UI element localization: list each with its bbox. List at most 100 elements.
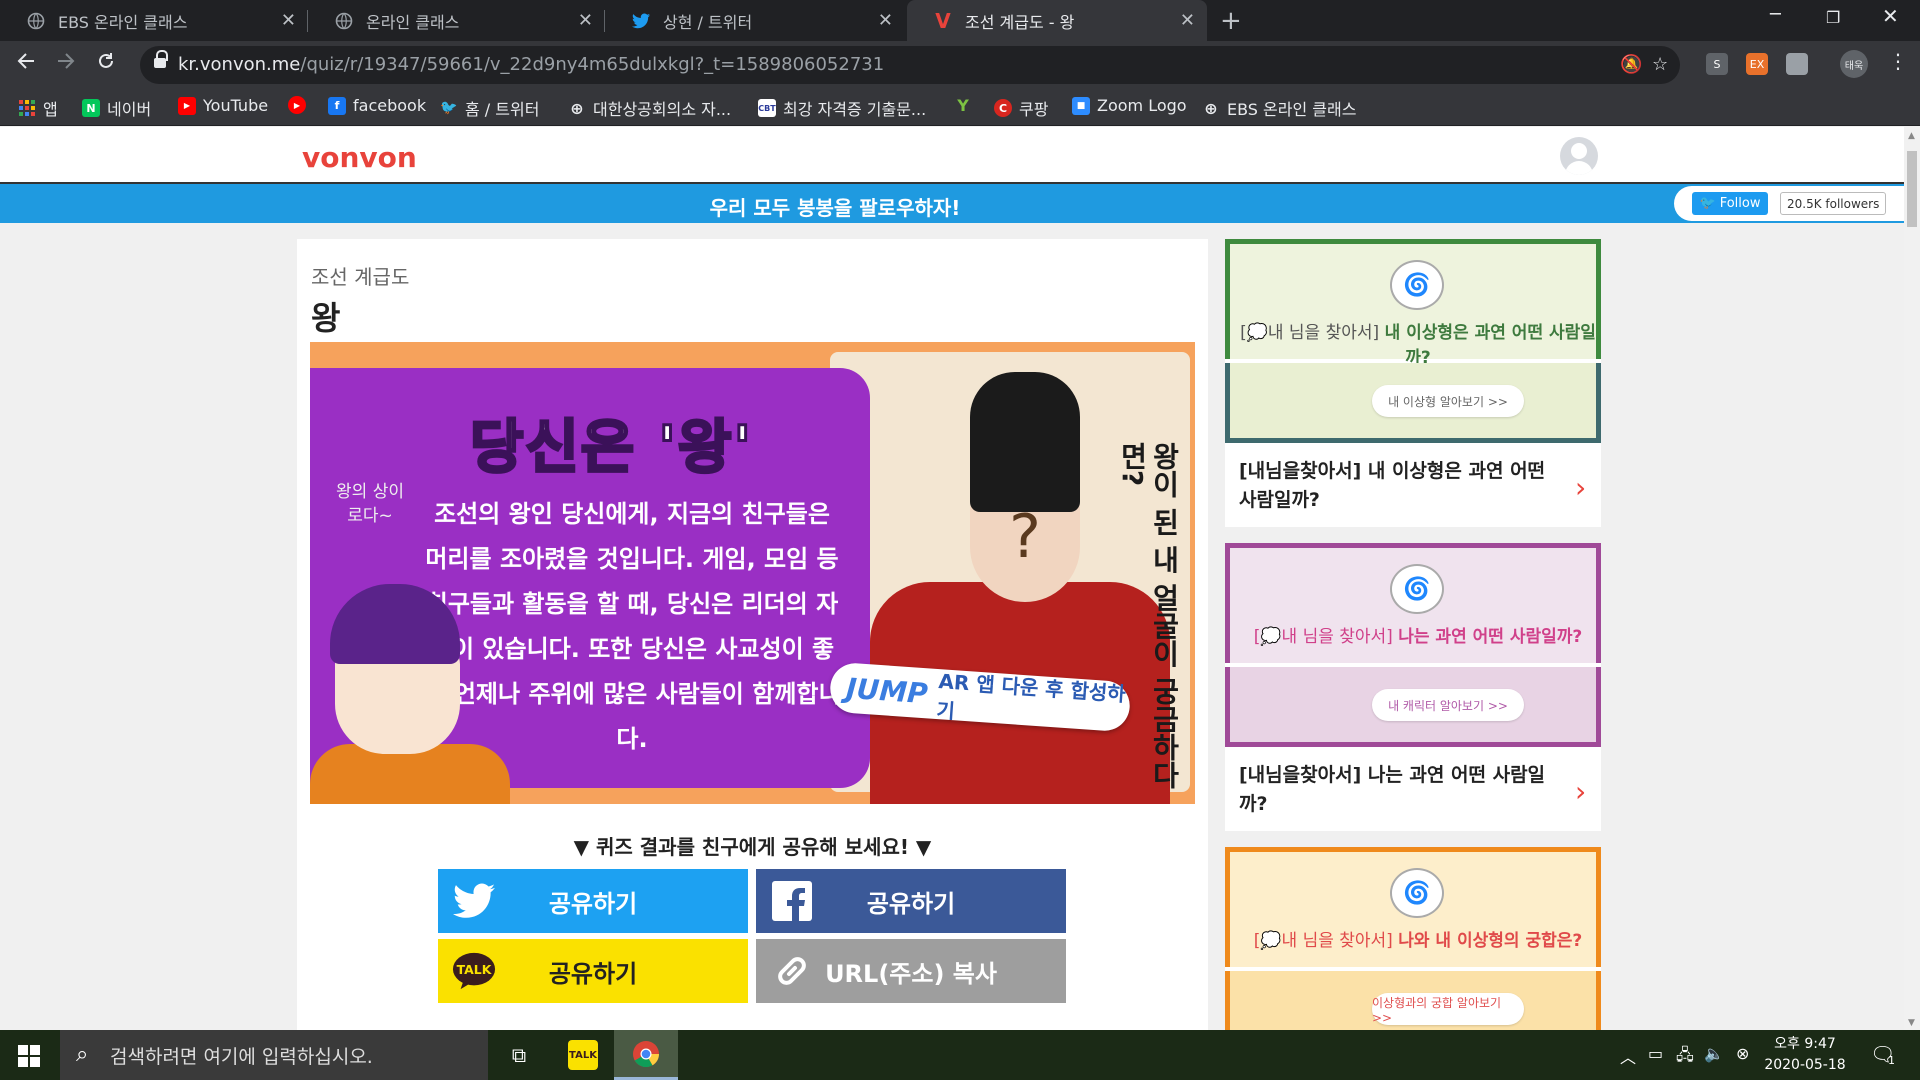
network-icon[interactable]: 🖧	[1676, 1044, 1694, 1071]
tab-title: 온라인 클래스	[366, 12, 460, 32]
bookmark-youtube-channel[interactable]: ▶	[288, 96, 313, 114]
bookmark-coupang[interactable]: C 쿠팡	[994, 96, 1048, 120]
twitter-follow-widget: 🐦 Follow 20.5K followers	[1674, 186, 1904, 221]
youtube-circle-icon: ▶	[288, 96, 306, 114]
facebook-share-button[interactable]: 공유하기	[756, 869, 1066, 933]
close-window-icon[interactable]: ✕	[1882, 4, 1899, 28]
task-view-icon[interactable]: ⧉	[502, 1038, 536, 1072]
bookmark-exam[interactable]: CBT 최강 자격증 기출문...	[758, 96, 926, 120]
twitter-share-button[interactable]: 공유하기	[438, 869, 748, 933]
extension-ex-icon[interactable]: EX	[1746, 53, 1768, 75]
hero-title: 당신은 '왕'	[468, 412, 754, 483]
bookmark-twitter-home[interactable]: 🐦 홈 / 트위터	[440, 96, 539, 120]
bookmark-label: EBS 온라인 클래스	[1227, 100, 1357, 119]
notification-count: 1	[1888, 1054, 1895, 1067]
back-icon[interactable]	[16, 51, 36, 77]
coupang-icon: C	[994, 99, 1012, 117]
side-banner-headline: 나와 내 이상형의 궁합은?	[1398, 931, 1583, 951]
tab-ebs-online-class[interactable]: EBS 온라인 클래스 ✕	[0, 0, 308, 41]
chevron-right-icon: ›	[1575, 775, 1587, 808]
bookmark-star-icon[interactable]: ☆	[1652, 54, 1668, 75]
bookmark-naver[interactable]: N 네이버	[82, 96, 151, 120]
extension-s-icon[interactable]: S	[1706, 53, 1728, 75]
bookmark-y[interactable]: Y	[954, 96, 979, 115]
volume-icon[interactable]: 🔈	[1704, 1044, 1724, 1063]
close-tab-icon[interactable]: ✕	[878, 10, 893, 31]
bookmark-korcham[interactable]: ⊕ 대한상공회의소 자...	[568, 96, 731, 120]
zoom-icon: ■	[1072, 96, 1090, 115]
bookmark-label: 최강 자격증 기출문...	[783, 100, 927, 119]
share-label: 공유하기	[548, 889, 638, 918]
quiz-result-title: 왕	[311, 299, 341, 337]
taskbar-search-input[interactable]: ⌕ 검색하려면 여기에 입력하십시오.	[60, 1030, 488, 1080]
bookmark-label: 쿠팡	[1019, 100, 1049, 119]
close-tab-icon[interactable]: ✕	[281, 10, 296, 31]
share-label: 공유하기	[548, 959, 638, 988]
kakaotalk-taskbar-icon[interactable]: TALK	[568, 1040, 598, 1070]
battery-icon[interactable]: ▭	[1648, 1044, 1663, 1063]
link-icon	[770, 949, 814, 993]
brain-head-icon: 🌀	[1390, 564, 1444, 614]
bookmark-facebook[interactable]: f facebook	[328, 96, 426, 115]
facebook-icon: f	[328, 96, 346, 115]
taskbar-clock[interactable]: 오후 9:47 2020-05-18	[1760, 1034, 1850, 1076]
side-quiz-card[interactable]: 🌀 [💭내 님을 찾아서] 나와 내 이상형의 궁합은? 이상형과의 궁합 알아…	[1225, 847, 1601, 1030]
side-banner-top: 🌀 [💭내 님을 찾아서] 나와 내 이상형의 궁합은?	[1225, 847, 1601, 967]
bookmark-label: 앱	[43, 100, 58, 119]
scroll-down-icon[interactable]: ▼	[1908, 1018, 1915, 1028]
scrollbar-thumb[interactable]	[1907, 151, 1917, 227]
twitter-icon	[452, 879, 496, 923]
bookmark-ebs[interactable]: ⊕ EBS 온라인 클래스	[1202, 96, 1356, 120]
side-banner-headline: 나는 과연 어떤 사람일까?	[1398, 627, 1583, 647]
copy-url-button[interactable]: URL(주소) 복사	[756, 939, 1066, 1003]
bookmark-label: YouTube	[203, 96, 269, 115]
facebook-icon	[770, 879, 814, 923]
bookmark-youtube[interactable]: ▶ YouTube	[178, 96, 268, 115]
bookmark-zoom[interactable]: ■ Zoom Logo	[1072, 96, 1187, 115]
minimize-icon[interactable]: ─	[1770, 4, 1781, 25]
ime-icon[interactable]: ⊗	[1736, 1044, 1749, 1063]
kakao-share-button[interactable]: TALK 공유하기	[438, 939, 748, 1003]
globe-icon	[334, 11, 354, 31]
lock-icon[interactable]	[154, 50, 168, 70]
bookmark-apps[interactable]: 앱	[18, 96, 58, 120]
chrome-taskbar-icon[interactable]	[614, 1030, 678, 1080]
notifications-blocked-icon[interactable]: 🔕	[1620, 54, 1642, 75]
tab-twitter[interactable]: 상현 / 트위터 ✕	[605, 0, 905, 41]
twitter-follow-button[interactable]: 🐦 Follow	[1692, 192, 1768, 215]
page-scrollbar[interactable]: ▲ ▼	[1904, 127, 1920, 1030]
close-tab-icon[interactable]: ✕	[578, 10, 593, 31]
side-banner-pill: 내 이상형 알아보기 >>	[1372, 385, 1524, 417]
tab-vonvon-active[interactable]: V 조선 계급도 - 왕 ✕	[907, 0, 1207, 41]
scroll-up-icon[interactable]: ▲	[1908, 131, 1915, 141]
follow-label: Follow	[1719, 196, 1761, 211]
follow-banner: 우리 모두 봉봉을 팔로우하자! 🐦 Follow 20.5K follower…	[0, 184, 1904, 223]
windows-start-icon[interactable]	[18, 1045, 40, 1067]
new-tab-button[interactable]: +	[1220, 6, 1242, 36]
profile-avatar[interactable]: 태욱	[1840, 50, 1868, 78]
hero-side-note: 왕의 상이로다~	[336, 482, 404, 526]
extension-puzzle-icon[interactable]	[1786, 53, 1808, 75]
side-banner-tag: [💭내 님을 찾아서]	[1240, 323, 1380, 343]
user-avatar[interactable]	[1560, 137, 1598, 175]
vonvon-logo[interactable]: vonvon	[302, 141, 417, 174]
tab-online-class[interactable]: 온라인 클래스 ✕	[308, 0, 605, 41]
reload-icon[interactable]	[96, 51, 116, 77]
forward-icon[interactable]	[56, 51, 76, 77]
menu-kebab-icon[interactable]: ⋮	[1888, 49, 1908, 73]
side-quiz-card[interactable]: 🌀 [💭내 님을 찾아서] 나는 과연 어떤 사람일까? 내 캐릭터 알아보기 …	[1225, 543, 1601, 831]
search-icon: ⌕	[76, 1042, 89, 1067]
result-hero-image: 당신은 '왕' 왕의 상이로다~ 조선의 왕인 당신에게, 지금의 친구들은 머…	[310, 342, 1195, 804]
url-path: /quiz/r/19347/59661/v_22d9ny4m65dulxkgl?…	[300, 54, 885, 75]
restore-icon[interactable]: ❐	[1826, 8, 1840, 27]
hero-vertical-text: 왕이 된 내 얼굴이 궁금하다면?	[1116, 442, 1181, 789]
url-text[interactable]: kr.vonvon.me/quiz/r/19347/59661/v_22d9ny…	[178, 54, 884, 75]
address-bar[interactable]: kr.vonvon.me/quiz/r/19347/59661/v_22d9ny…	[140, 46, 1680, 84]
followers-count[interactable]: 20.5K followers	[1780, 192, 1887, 215]
close-tab-icon[interactable]: ✕	[1180, 10, 1195, 31]
globe-icon: ⊕	[1204, 98, 1218, 118]
quiz-result-card: 조선 계급도 왕 당신은 '왕' 왕의 상이로다~ 조선의 왕인 당신에게, 지…	[297, 239, 1208, 1030]
side-quiz-card[interactable]: 🌀 [💭내 님을 찾아서] 내 이상형은 과연 어떤 사람일까? 내 이상형 알…	[1225, 239, 1601, 527]
show-hidden-icons[interactable]: ︿	[1620, 1044, 1636, 1068]
bookmarks-bar: 앱 N 네이버 ▶ YouTube ▶ f facebook 🐦 홈 / 트위터…	[0, 88, 1920, 126]
